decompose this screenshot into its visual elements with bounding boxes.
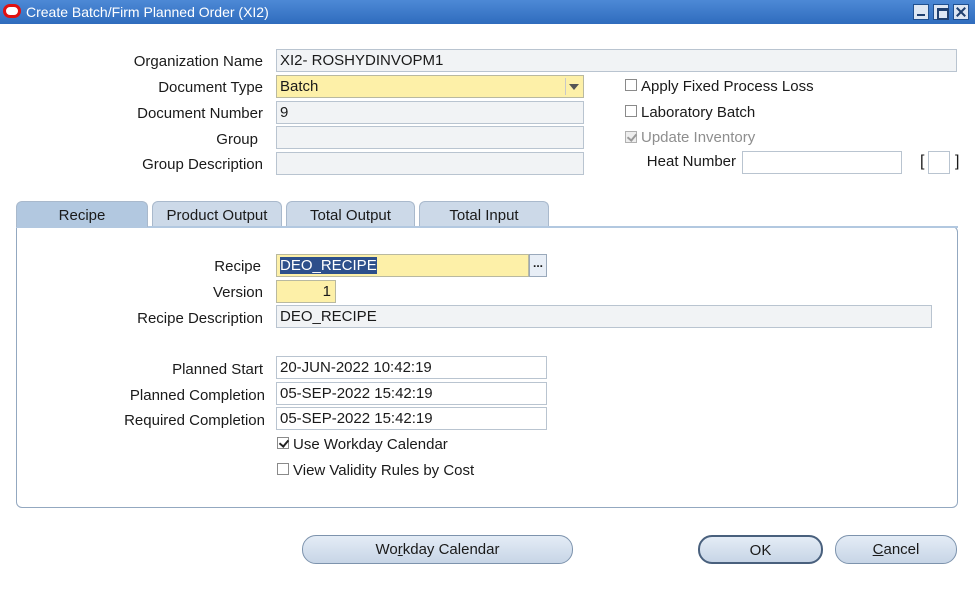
maximize-icon[interactable] xyxy=(933,4,949,20)
apply-fixed-process-loss-label: Apply Fixed Process Loss xyxy=(641,78,814,95)
dff-bracket-close: ] xyxy=(955,153,960,170)
ok-button[interactable]: OK xyxy=(698,535,823,564)
heat-number-field[interactable] xyxy=(742,151,902,174)
use-workday-calendar-checkbox[interactable] xyxy=(277,437,289,449)
planned-completion-field[interactable]: 05-SEP-2022 15:42:19 xyxy=(276,382,547,405)
laboratory-batch-checkbox[interactable] xyxy=(625,105,637,117)
oracle-app-icon xyxy=(3,4,21,18)
window-titlebar: Create Batch/Firm Planned Order (XI2) xyxy=(0,0,975,24)
tab-product-output[interactable]: Product Output xyxy=(152,201,282,227)
planned-start-field[interactable]: 20-JUN-2022 10:42:19 xyxy=(276,356,547,379)
tab-underline xyxy=(16,226,958,228)
tab-recipe[interactable]: Recipe xyxy=(16,201,148,227)
recipe-label: Recipe xyxy=(214,258,261,275)
organization-name-field[interactable]: XI2- ROSHYDINVOPM1 xyxy=(276,49,957,72)
recipe-description-field[interactable]: DEO_RECIPE xyxy=(276,305,932,328)
use-workday-calendar-label: Use Workday Calendar xyxy=(293,436,448,453)
recipe-field[interactable]: DEO_RECIPE xyxy=(276,254,529,277)
group-label: Group xyxy=(216,131,258,148)
document-number-label: Document Number xyxy=(137,105,263,122)
document-number-field[interactable]: 9 xyxy=(276,101,584,124)
laboratory-batch-label: Laboratory Batch xyxy=(641,104,756,121)
cancel-button[interactable]: Cancel xyxy=(835,535,957,564)
cancel-label-post: ancel xyxy=(883,541,920,558)
update-inventory-label: Update Inventory xyxy=(641,129,756,146)
required-completion-field[interactable]: 05-SEP-2022 15:42:19 xyxy=(276,407,547,430)
required-completion-label: Required Completion xyxy=(124,412,265,429)
update-inventory-checkbox xyxy=(625,131,637,143)
chevron-down-icon[interactable] xyxy=(569,84,579,90)
dff-bracket-open: [ xyxy=(920,153,925,170)
version-field[interactable]: 1 xyxy=(276,280,336,303)
close-icon[interactable] xyxy=(953,4,969,20)
organization-name-label: Organization Name xyxy=(133,53,263,70)
document-type-label: Document Type xyxy=(158,79,263,96)
recipe-value: DEO_RECIPE xyxy=(280,257,377,274)
version-label: Version xyxy=(212,284,263,301)
descriptive-flexfield[interactable] xyxy=(928,151,950,174)
tab-total-output[interactable]: Total Output xyxy=(286,201,415,227)
workday-calendar-label-pre: Wo xyxy=(375,541,398,558)
window-title: Create Batch/Firm Planned Order (XI2) xyxy=(26,4,269,20)
group-field[interactable] xyxy=(276,126,584,149)
apply-fixed-process-loss-checkbox[interactable] xyxy=(625,79,637,91)
planned-start-label: Planned Start xyxy=(172,361,263,378)
workday-calendar-button[interactable]: Workday Calendar xyxy=(302,535,573,564)
view-validity-rules-label: View Validity Rules by Cost xyxy=(293,462,475,479)
planned-completion-label: Planned Completion xyxy=(129,387,265,404)
document-type-select[interactable]: Batch xyxy=(276,75,584,98)
document-type-value: Batch xyxy=(280,78,319,95)
group-description-field[interactable] xyxy=(276,152,584,175)
cancel-label-mnemonic: C xyxy=(872,541,884,558)
tab-total-input[interactable]: Total Input xyxy=(419,201,549,227)
view-validity-rules-checkbox[interactable] xyxy=(277,463,289,475)
workday-calendar-label-post: kday Calendar xyxy=(402,541,500,558)
recipe-lov-button[interactable]: ... xyxy=(529,254,547,277)
group-description-label: Group Description xyxy=(142,156,263,173)
dropdown-separator xyxy=(565,78,566,95)
heat-number-label: Heat Number xyxy=(646,153,736,170)
recipe-description-label: Recipe Description xyxy=(137,310,263,327)
minimize-icon[interactable] xyxy=(913,4,929,20)
